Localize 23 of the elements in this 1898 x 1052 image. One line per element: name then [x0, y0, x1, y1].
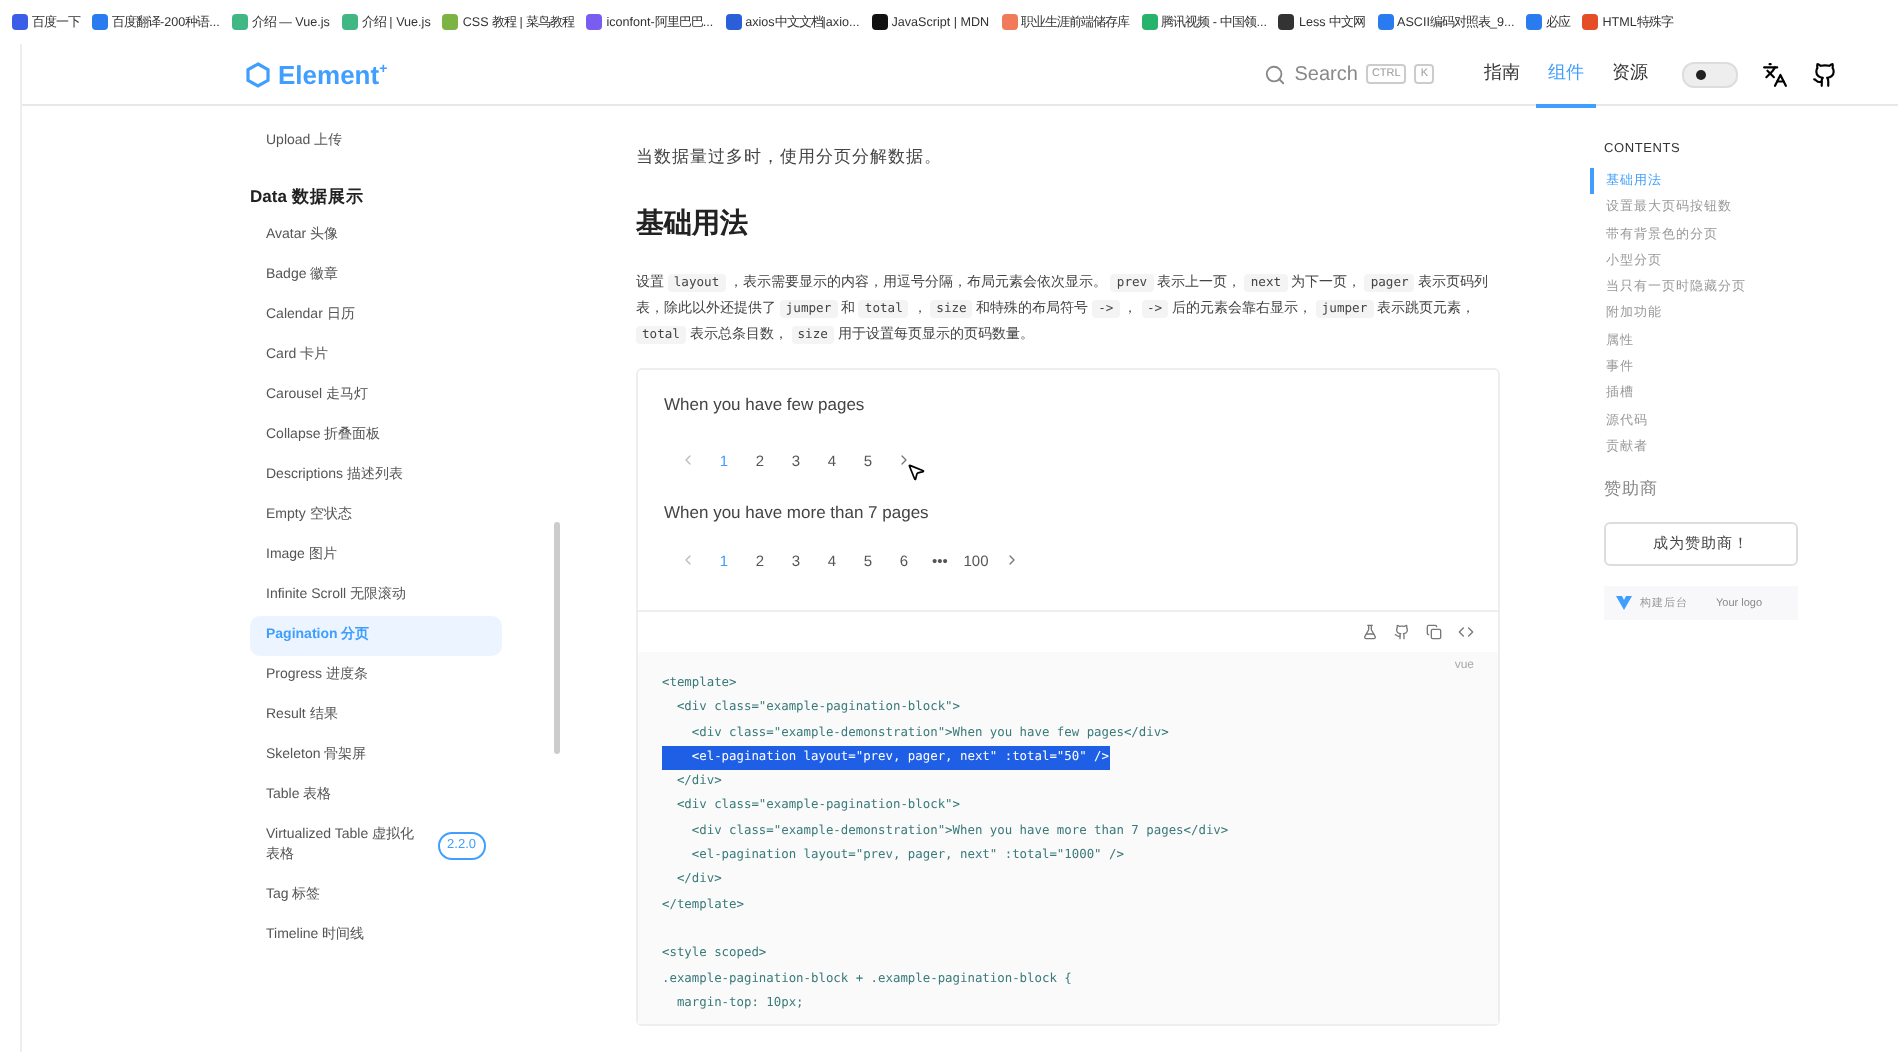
theme-toggle[interactable]	[1682, 61, 1738, 87]
nav-link[interactable]: 指南	[1472, 41, 1532, 107]
hexagon-logo-icon	[246, 61, 270, 87]
translate-icon[interactable]	[1762, 61, 1788, 87]
github-icon[interactable]	[1812, 61, 1838, 87]
chevron-left-icon	[680, 552, 696, 568]
demo-caption: When you have more than 7 pages	[664, 502, 931, 522]
demo-caption: When you have few pages	[664, 394, 867, 414]
lead-text: 当数据量过多时，使用分页分解数据。	[636, 146, 944, 170]
nav-link[interactable]: 资源	[1600, 41, 1660, 107]
chevron-right-icon	[896, 452, 912, 468]
sidebar-group-title: Data 数据展示	[250, 184, 366, 210]
code-icon[interactable]	[1458, 624, 1474, 640]
scrollbar[interactable]	[554, 522, 560, 754]
chevron-left-icon	[680, 452, 696, 468]
chevron-right-icon	[1004, 552, 1020, 568]
v-logo-icon	[1616, 596, 1632, 611]
cursor-icon	[906, 462, 926, 482]
search-icon	[1264, 63, 1287, 85]
copy-icon[interactable]	[1426, 624, 1442, 640]
flask-icon[interactable]	[1362, 624, 1378, 640]
sponsor-title: 赞助商	[1604, 478, 1660, 503]
section-heading: 基础用法	[636, 206, 750, 242]
